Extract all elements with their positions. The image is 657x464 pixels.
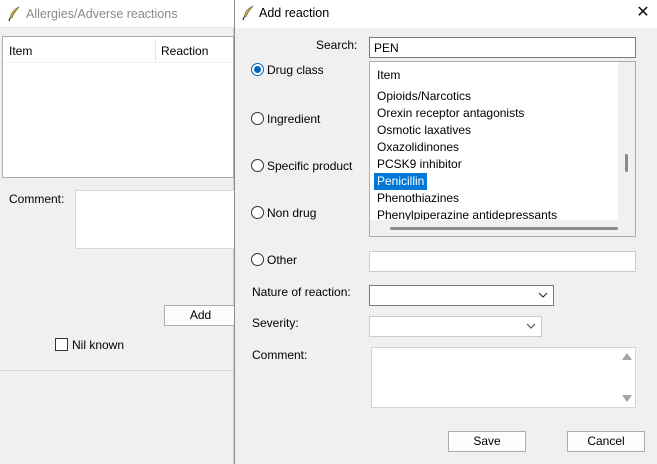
background-window-title: Allergies/Adverse reactions	[26, 7, 178, 21]
background-titlebar: Allergies/Adverse reactions	[0, 0, 234, 28]
horizontal-scrollbar[interactable]	[370, 220, 635, 236]
list-item-selected[interactable]: Penicillin	[374, 173, 428, 190]
severity-label: Severity:	[252, 316, 299, 330]
column-header-reaction[interactable]: Reaction	[161, 44, 208, 58]
scroll-down-icon[interactable]	[622, 395, 632, 402]
chevron-down-icon	[538, 292, 548, 298]
radio-button[interactable]	[251, 206, 264, 219]
column-separator[interactable]	[155, 39, 156, 61]
radio-button[interactable]	[251, 112, 264, 125]
nature-of-reaction-label: Nature of reaction:	[252, 285, 351, 299]
radio-non-drug[interactable]: Non drug	[251, 206, 316, 220]
radio-button[interactable]	[251, 63, 264, 76]
radio-label: Ingredient	[267, 112, 321, 126]
nil-known-checkbox[interactable]: Nil known	[55, 338, 124, 352]
radio-label: Other	[267, 253, 298, 267]
radio-button[interactable]	[251, 253, 264, 266]
radio-ingredient[interactable]: Ingredient	[251, 112, 320, 126]
nature-of-reaction-select[interactable]	[369, 285, 554, 306]
list-item[interactable]: Opioids/Narcotics	[374, 88, 474, 105]
comment-label: Comment:	[252, 348, 308, 362]
close-icon[interactable]: ✕	[631, 2, 655, 24]
checkbox-box[interactable]	[55, 338, 68, 351]
drug-class-list[interactable]: Item Opioids/Narcotics Orexin receptor a…	[369, 61, 636, 237]
scrollbar-thumb[interactable]	[390, 227, 618, 230]
column-header-item[interactable]: Item	[9, 44, 32, 58]
list-item[interactable]: Orexin receptor antagonists	[374, 105, 527, 122]
severity-select[interactable]	[369, 316, 542, 337]
radio-label: Drug class	[267, 63, 324, 77]
radio-label: Specific product	[267, 159, 353, 173]
radio-label: Non drug	[267, 206, 317, 220]
list-item[interactable]: Oxazolidinones	[374, 139, 462, 156]
chevron-down-icon	[526, 323, 536, 329]
dialog-title: Add reaction	[259, 6, 330, 20]
allergies-list-header: Item Reaction	[3, 37, 233, 63]
comment-field[interactable]	[371, 347, 636, 408]
add-button[interactable]: Add	[164, 305, 236, 326]
divider	[0, 370, 234, 371]
scroll-up-icon[interactable]	[622, 353, 632, 360]
allergies-list[interactable]: Item Reaction	[2, 36, 234, 178]
save-button[interactable]: Save	[448, 431, 526, 452]
quill-feather-icon	[242, 5, 254, 21]
vertical-scrollbar[interactable]	[618, 62, 635, 220]
quill-feather-icon	[8, 6, 20, 22]
search-label: Search:	[316, 38, 358, 52]
radio-other[interactable]: Other	[251, 253, 297, 267]
scrollbar-thumb[interactable]	[625, 154, 628, 172]
dialog-titlebar[interactable]: Add reaction ✕	[235, 0, 657, 28]
radio-drug-class[interactable]: Drug class	[251, 63, 324, 77]
list-item[interactable]: Osmotic laxatives	[374, 122, 474, 139]
background-comment-label: Comment:	[9, 192, 65, 206]
radio-specific-product[interactable]: Specific product	[251, 159, 352, 173]
background-comment-field[interactable]	[75, 190, 235, 249]
search-input[interactable]	[369, 37, 636, 58]
radio-button[interactable]	[251, 159, 264, 172]
nil-known-label: Nil known	[72, 338, 125, 352]
add-reaction-dialog: Add reaction ✕ Search: Drug class Ingred…	[234, 0, 657, 464]
background-window: Allergies/Adverse reactions Item Reactio…	[0, 0, 236, 464]
cancel-button[interactable]: Cancel	[567, 431, 645, 452]
other-input[interactable]	[369, 251, 636, 272]
list-item[interactable]: PCSK9 inhibitor	[374, 156, 465, 173]
list-header: Item	[377, 68, 401, 82]
list-item[interactable]: Phenothiazines	[374, 190, 462, 207]
